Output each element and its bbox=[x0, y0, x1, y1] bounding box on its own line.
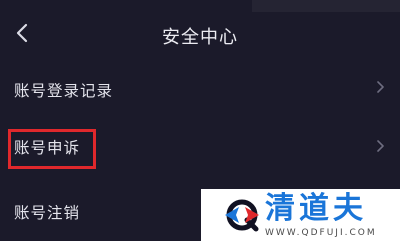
watermark-logo-icon bbox=[225, 199, 259, 232]
menu-item-label: 账号注销 bbox=[14, 204, 81, 222]
menu-item-account-appeal[interactable]: 账号申诉 bbox=[0, 120, 400, 172]
top-navigation-bar: 安全中心 bbox=[0, 0, 400, 62]
chevron-left-icon bbox=[16, 23, 28, 43]
chevron-right-icon bbox=[377, 140, 384, 152]
watermark-url: WWW.QDFUJI.COM bbox=[265, 228, 377, 238]
watermark-brand-text: 清道夫 bbox=[265, 191, 367, 226]
menu-item-login-records[interactable]: 账号登录记录 bbox=[0, 62, 400, 114]
chevron-right-icon bbox=[377, 81, 384, 93]
back-button[interactable] bbox=[12, 22, 34, 44]
menu-item-label: 账号登录记录 bbox=[14, 82, 114, 100]
watermark: 清道夫 WWW.QDFUJI.COM bbox=[201, 189, 400, 241]
page-title: 安全中心 bbox=[162, 27, 238, 48]
menu-item-label: 账号申诉 bbox=[14, 139, 81, 157]
